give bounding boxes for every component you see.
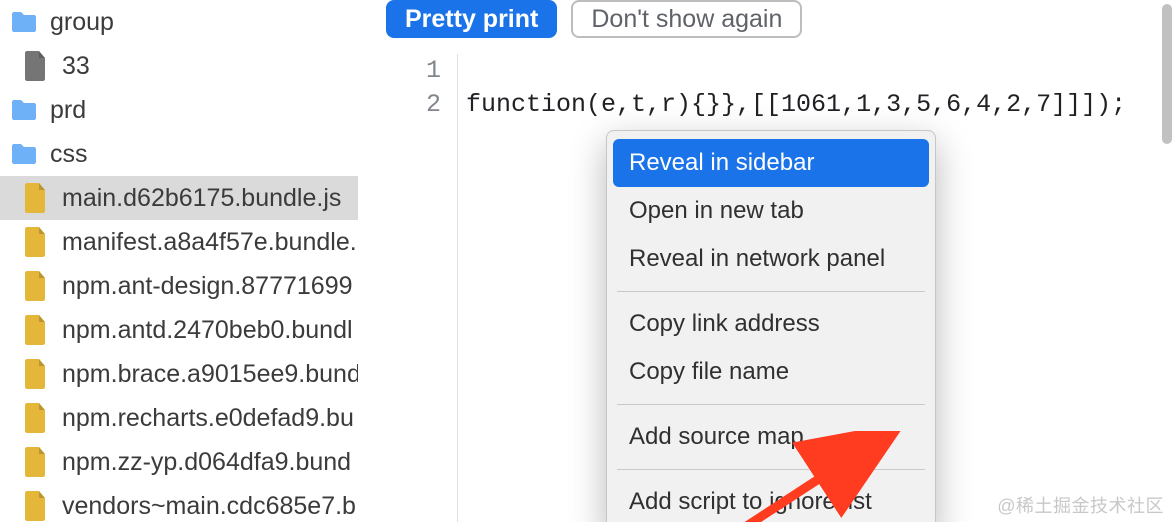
infobar: Pretty print Don't show again bbox=[358, 0, 1174, 38]
context-menu-separator bbox=[617, 291, 925, 292]
tree-row-label: npm.brace.a9015ee9.bund bbox=[62, 360, 358, 389]
context-menu-item-label: Reveal in network panel bbox=[629, 245, 885, 273]
context-menu: Reveal in sidebar Open in new tab Reveal i… bbox=[606, 130, 936, 522]
source-panel: Pretty print Don't show again 12 functio… bbox=[358, 0, 1174, 522]
line-gutter: 12 bbox=[358, 54, 458, 522]
file-icon bbox=[20, 490, 52, 522]
tree-row[interactable]: vendors~main.cdc685e7.b bbox=[0, 484, 358, 522]
tree-row[interactable]: npm.brace.a9015ee9.bund bbox=[0, 352, 358, 396]
tree-row-label: manifest.a8a4f57e.bundle. bbox=[62, 228, 357, 257]
code-line: function(e,t,r){}},[[1061,1,3,5,6,4,2,7]… bbox=[466, 88, 1174, 122]
file-icon bbox=[20, 182, 52, 214]
context-menu-item[interactable]: Reveal in sidebar bbox=[613, 139, 929, 187]
context-menu-item[interactable]: Reveal in network panel bbox=[613, 235, 929, 283]
tree-row-label: npm.zz-yp.d064dfa9.bund bbox=[62, 448, 351, 477]
tree-row[interactable]: group bbox=[0, 0, 358, 44]
file-icon bbox=[20, 358, 52, 390]
tree-row-label: css bbox=[50, 140, 88, 169]
pretty-print-button[interactable]: Pretty print bbox=[386, 0, 557, 38]
line-number: 1 bbox=[358, 54, 441, 88]
tree-row-label: npm.recharts.e0defad9.bu bbox=[62, 404, 354, 433]
tree-row[interactable]: npm.ant-design.87771699 bbox=[0, 264, 358, 308]
context-menu-separator bbox=[617, 404, 925, 405]
folder-icon bbox=[8, 94, 40, 126]
folder-icon bbox=[8, 6, 40, 38]
tree-row-label: main.d62b6175.bundle.js bbox=[62, 184, 341, 213]
tree-row-label: vendors~main.cdc685e7.b bbox=[62, 492, 356, 521]
tree-row[interactable]: prd bbox=[0, 88, 358, 132]
scrollbar-thumb[interactable] bbox=[1162, 4, 1172, 144]
context-menu-item-label: Reveal in sidebar bbox=[629, 149, 814, 177]
watermark-text: @稀土掘金技术社区 bbox=[997, 492, 1164, 518]
dont-show-again-button[interactable]: Don't show again bbox=[571, 0, 802, 38]
context-menu-item-label: Add source map… bbox=[629, 423, 828, 451]
context-menu-separator bbox=[617, 469, 925, 470]
tree-row-label: npm.ant-design.87771699 bbox=[62, 272, 353, 301]
context-menu-item[interactable]: Copy file name bbox=[613, 348, 929, 396]
code-line bbox=[466, 54, 1174, 88]
file-tree-sidebar: group 33 prd css main.d62b6175.bundle.js mani… bbox=[0, 0, 358, 522]
file-icon bbox=[20, 226, 52, 258]
tree-row[interactable]: main.d62b6175.bundle.js bbox=[0, 176, 358, 220]
tree-row[interactable]: npm.recharts.e0defad9.bu bbox=[0, 396, 358, 440]
folder-icon bbox=[8, 138, 40, 170]
line-number: 2 bbox=[358, 88, 441, 122]
context-menu-item-label: Copy file name bbox=[629, 358, 789, 386]
tree-row[interactable]: npm.antd.2470beb0.bundl bbox=[0, 308, 358, 352]
tree-row-label: 33 bbox=[62, 52, 90, 81]
file-icon bbox=[20, 446, 52, 478]
vertical-scrollbar[interactable] bbox=[1160, 0, 1174, 522]
file-icon bbox=[20, 314, 52, 346]
context-menu-item-label: Open in new tab bbox=[629, 197, 804, 225]
tree-row-label: group bbox=[50, 8, 114, 37]
context-menu-item-label: Add script to ignore list bbox=[629, 488, 872, 516]
tree-row[interactable]: css bbox=[0, 132, 358, 176]
context-menu-item[interactable]: Add source map… bbox=[613, 413, 929, 461]
file-icon bbox=[20, 402, 52, 434]
tree-row-label: npm.antd.2470beb0.bundl bbox=[62, 316, 353, 345]
file-icon bbox=[20, 270, 52, 302]
tree-row[interactable]: 33 bbox=[0, 44, 358, 88]
tree-row[interactable]: npm.zz-yp.d064dfa9.bund bbox=[0, 440, 358, 484]
file-icon bbox=[20, 50, 52, 82]
tree-row[interactable]: manifest.a8a4f57e.bundle. bbox=[0, 220, 358, 264]
context-menu-item[interactable]: Open in new tab bbox=[613, 187, 929, 235]
tree-row-label: prd bbox=[50, 96, 86, 125]
context-menu-item[interactable]: Copy link address bbox=[613, 300, 929, 348]
context-menu-item-label: Copy link address bbox=[629, 310, 820, 338]
context-menu-item[interactable]: Add script to ignore list bbox=[613, 478, 929, 522]
